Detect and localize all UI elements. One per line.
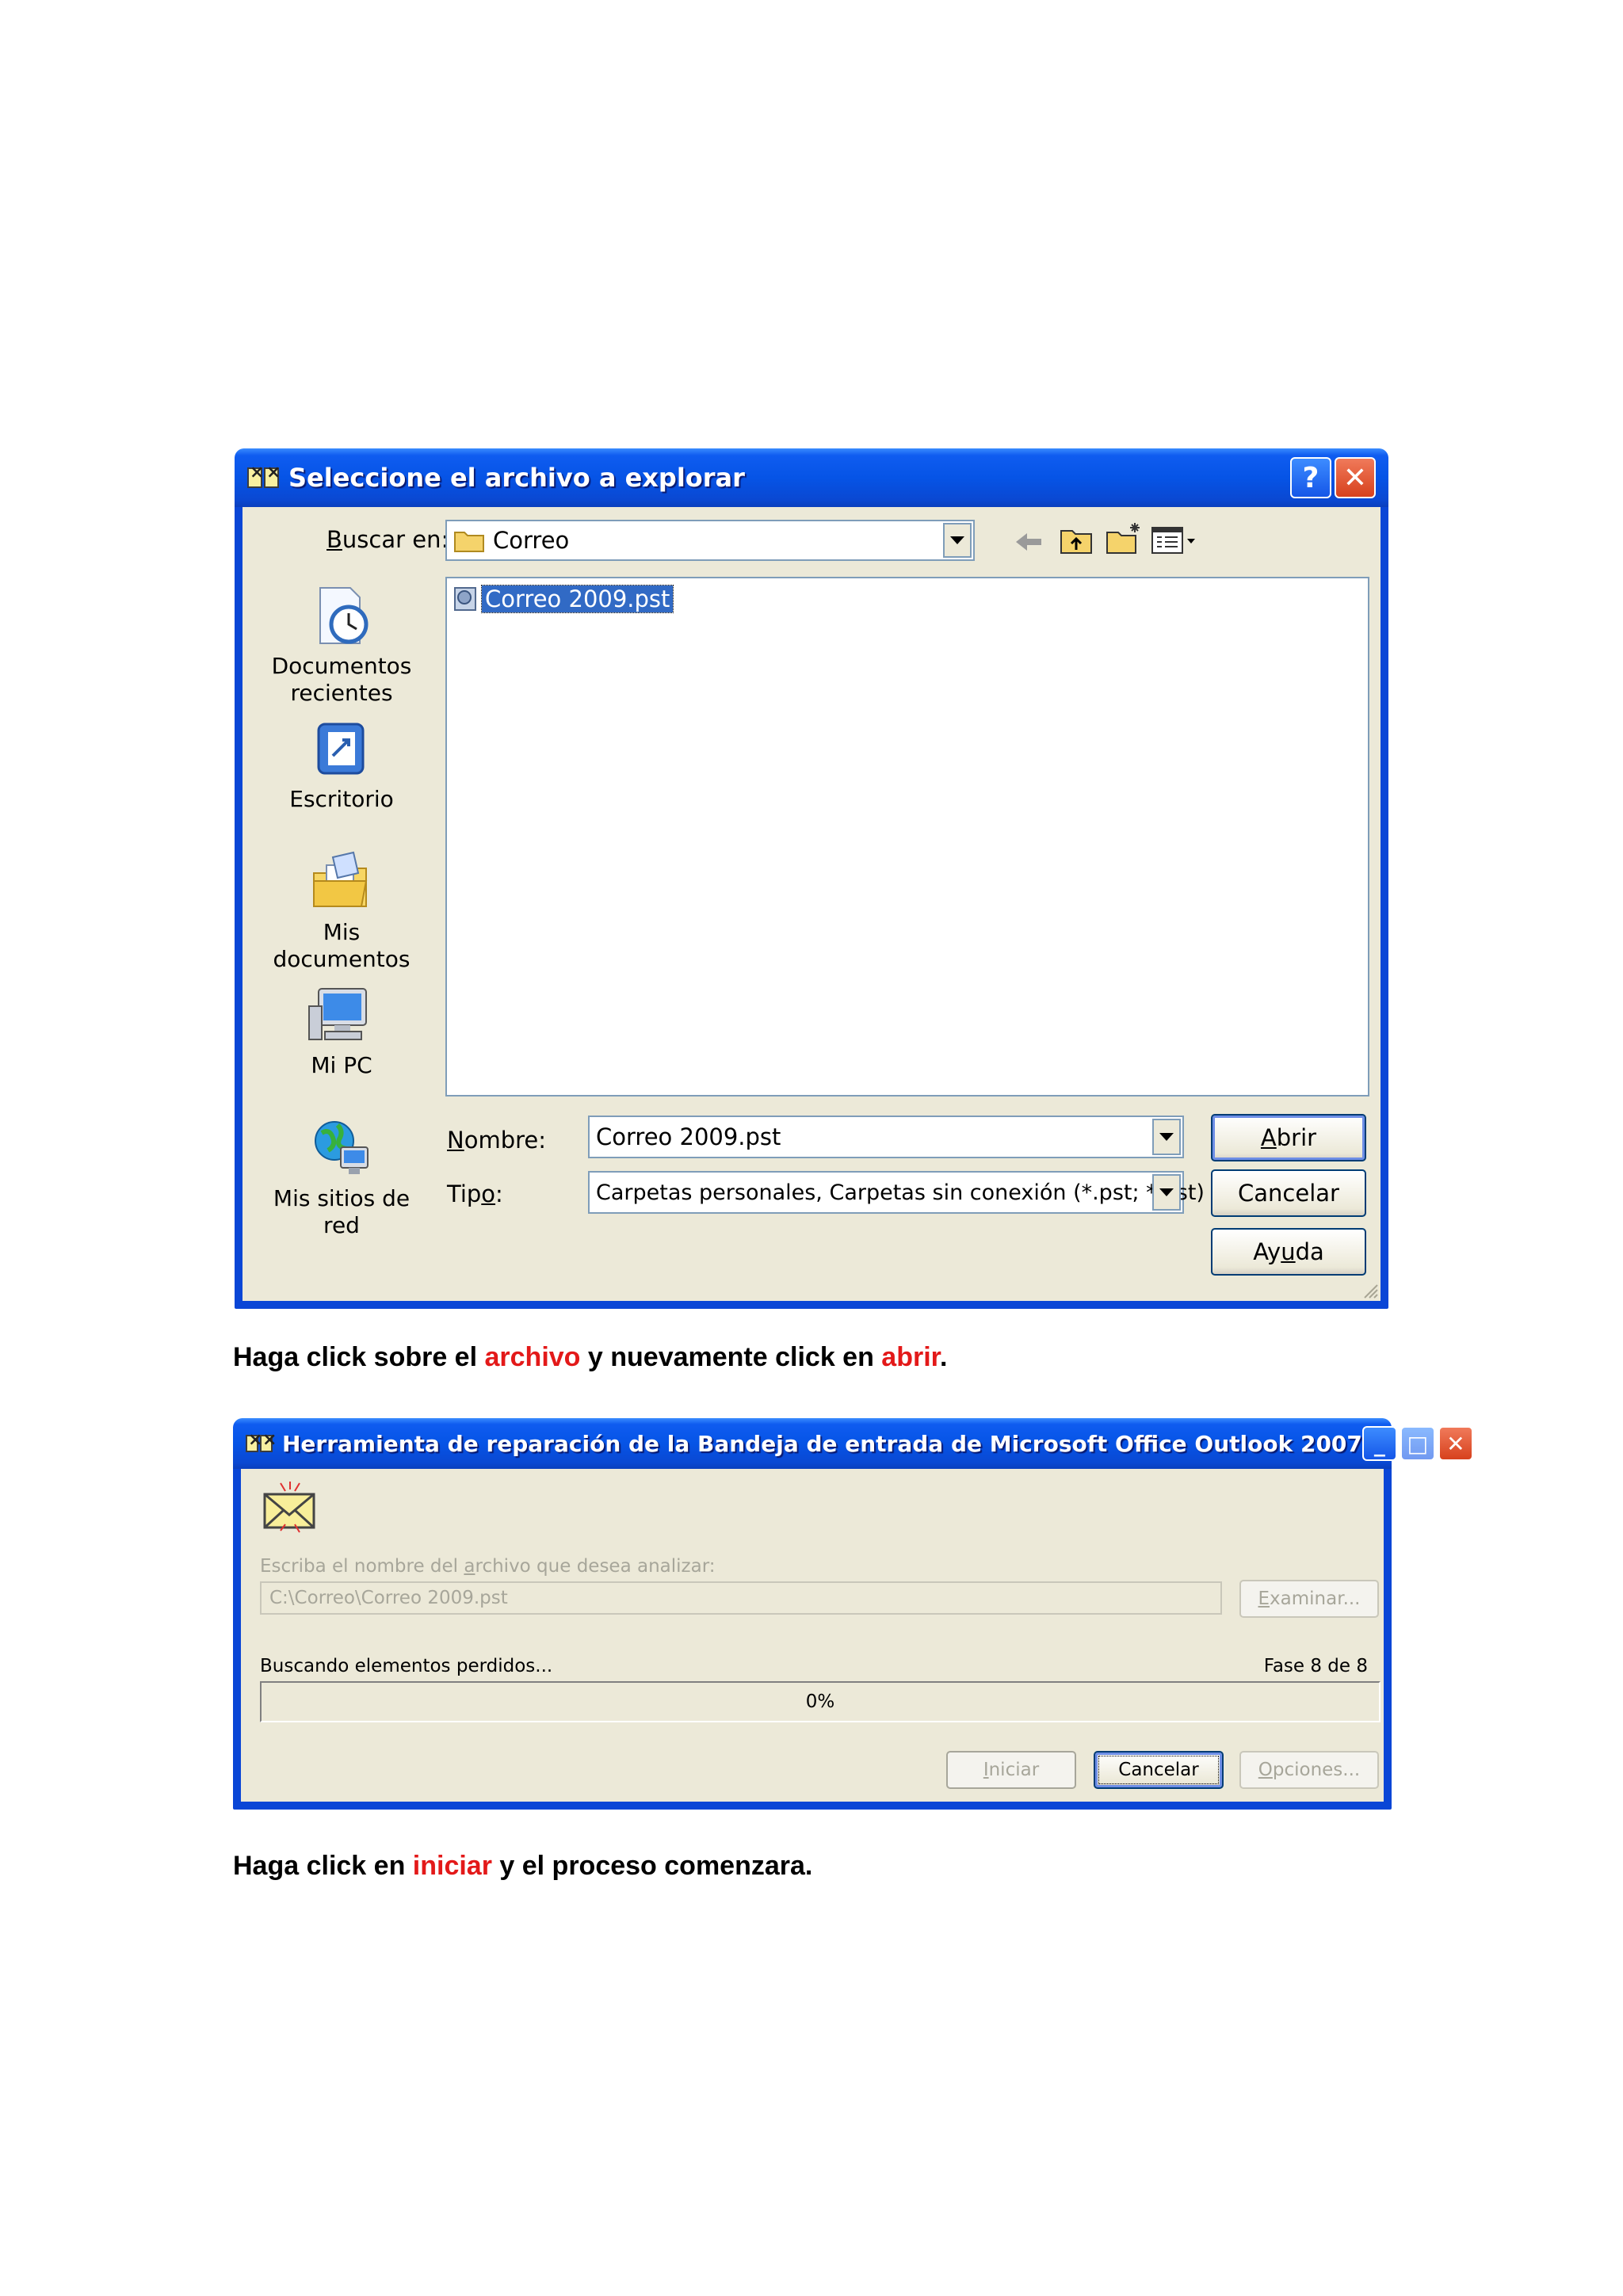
status-text: Buscando elementos perdidos... xyxy=(260,1656,553,1676)
file-dialog-title: Seleccione el archivo a explorar xyxy=(288,463,745,493)
open-button[interactable]: Abrir xyxy=(1211,1114,1366,1161)
lookin-value: Correo xyxy=(493,527,570,554)
close-title-button[interactable]: ✕ xyxy=(1335,457,1376,498)
place-recent-documents[interactable]: Documentos recientes xyxy=(258,583,425,707)
my-computer-icon xyxy=(308,988,367,1040)
cancel-button[interactable]: Cancelar xyxy=(1211,1169,1366,1217)
recent-documents-icon xyxy=(319,587,369,644)
file-dialog-titlebar[interactable]: Seleccione el archivo a explorar ? ✕ xyxy=(235,448,1388,507)
help-icon: ? xyxy=(1302,461,1319,494)
close-icon: ✕ xyxy=(1342,461,1368,494)
file-name: Correo 2009.pst xyxy=(480,585,674,613)
repair-tool-titlebar[interactable]: Herramienta de reparación de la Bandeja … xyxy=(233,1418,1473,1469)
place-my-documents[interactable]: Mis documentos xyxy=(258,849,425,973)
outlook-repair-icon xyxy=(247,463,281,488)
filename-value: Correo 2009.pst xyxy=(596,1123,781,1150)
my-documents-icon xyxy=(313,851,368,907)
type-value: Carpetas personales, Carpetas sin conexi… xyxy=(596,1180,1205,1205)
help-button[interactable]: Ay u da xyxy=(1211,1228,1366,1276)
envelope-repair-icon xyxy=(263,1482,315,1533)
view-menu-icon[interactable] xyxy=(1151,524,1201,556)
repair-tool-dialog: Herramienta de reparación de la Bandeja … xyxy=(233,1418,1473,1810)
pst-file-icon xyxy=(454,587,476,611)
caption-open-instruction: Haga click sobre el archivo y nuevamente… xyxy=(233,1342,948,1372)
options-button[interactable]: Opciones... xyxy=(1239,1751,1379,1789)
list-item[interactable]: Correo 2009.pst xyxy=(452,583,674,615)
folder-icon xyxy=(454,532,484,552)
minimize-button[interactable]: _ xyxy=(1361,1426,1397,1461)
start-button[interactable]: Iniciar xyxy=(946,1751,1076,1789)
browse-button[interactable]: Examinar... xyxy=(1239,1580,1379,1618)
file-dialog: Seleccione el archivo a explorar ? ✕ Bus… xyxy=(235,448,1388,1309)
help-title-button[interactable]: ? xyxy=(1290,457,1331,498)
close-title-button[interactable]: ✕ xyxy=(1438,1426,1473,1461)
minimize-icon: _ xyxy=(1373,1430,1385,1457)
chevron-down-icon[interactable] xyxy=(1152,1174,1181,1211)
type-label: Tipo: xyxy=(447,1180,503,1207)
cancel-repair-button[interactable]: Cancelar xyxy=(1094,1751,1224,1789)
network-places-icon xyxy=(315,1121,369,1174)
caption-start-instruction: Haga click en iniciar y el proceso comen… xyxy=(233,1851,813,1881)
place-desktop[interactable]: Escritorio xyxy=(258,716,425,813)
caption-highlight-start: iniciar xyxy=(412,1851,492,1881)
place-my-computer[interactable]: Mi PC xyxy=(258,982,425,1079)
type-select[interactable]: Carpetas personales, Carpetas sin conexi… xyxy=(588,1171,1205,1214)
close-icon: ✕ xyxy=(1446,1430,1465,1457)
progress-bar: 0% xyxy=(260,1681,1381,1722)
repair-tool-title: Herramienta de reparación de la Bandeja … xyxy=(282,1430,1362,1457)
outlook-repair-icon xyxy=(246,1430,277,1452)
maximize-button[interactable]: □ xyxy=(1400,1426,1435,1461)
resize-grip-icon[interactable] xyxy=(1360,1280,1379,1299)
lookin-combo[interactable]: Correo xyxy=(445,520,975,561)
chevron-down-icon[interactable] xyxy=(943,523,972,558)
repair-tool-client: Escriba el nombre del archivo que desea … xyxy=(241,1469,1384,1802)
caption-highlight-file: archivo xyxy=(484,1342,581,1372)
file-list[interactable]: Correo 2009.pst xyxy=(445,577,1369,1097)
file-prompt-label: Escriba el nombre del archivo que desea … xyxy=(260,1556,716,1577)
new-folder-icon[interactable] xyxy=(1105,521,1143,556)
chevron-down-icon[interactable] xyxy=(1152,1119,1181,1155)
file-path-input[interactable]: C:\Correo\Correo 2009.pst xyxy=(260,1581,1222,1615)
filename-label: Nombre: xyxy=(447,1127,547,1154)
filename-field[interactable]: Correo 2009.pst xyxy=(588,1116,1184,1158)
desktop-icon xyxy=(317,723,365,775)
up-folder-icon[interactable] xyxy=(1059,524,1094,556)
back-arrow-icon[interactable] xyxy=(1013,526,1044,558)
file-dialog-client: Buscar en: Correo Documentos recientes E… xyxy=(242,507,1381,1301)
caption-highlight-open: abrir xyxy=(881,1342,941,1372)
progress-label: 0% xyxy=(805,1691,835,1712)
phase-text: Fase 8 de 8 xyxy=(1263,1656,1368,1676)
lookin-label: Buscar en: xyxy=(327,526,449,553)
maximize-icon: □ xyxy=(1407,1430,1429,1457)
place-network[interactable]: Mis sitios de red xyxy=(258,1116,425,1239)
